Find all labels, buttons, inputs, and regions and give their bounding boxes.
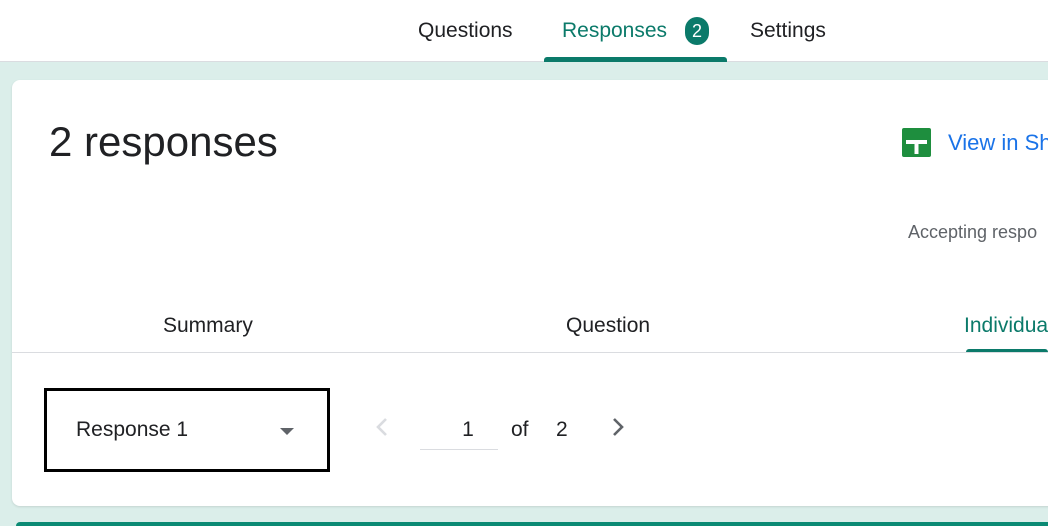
tab-questions[interactable]: Questions (418, 0, 513, 62)
page-total-label: 2 (556, 418, 568, 441)
response-select-value: Response 1 (76, 418, 189, 441)
chevron-right-icon[interactable] (606, 414, 630, 440)
tab-summary-label: Summary (163, 314, 253, 337)
tabs-divider (12, 352, 1048, 353)
tab-individual-label: Individua (964, 314, 1048, 337)
view-in-sheets-link[interactable]: View in Sh (902, 128, 1048, 157)
responses-count-badge: 2 (685, 17, 710, 45)
tab-settings[interactable]: Settings (750, 0, 826, 62)
tab-question-label: Question (566, 314, 651, 337)
response-select-dropdown[interactable]: Response 1 (44, 388, 330, 472)
chevron-left-icon[interactable] (370, 414, 394, 440)
view-in-sheets-label: View in Sh (948, 129, 1048, 155)
tab-settings-label: Settings (750, 19, 826, 42)
accepting-responses-label: Accepting respo (908, 222, 1038, 242)
page-number-input[interactable] (420, 410, 498, 450)
page-title: 2 responses (49, 118, 278, 165)
caret-down-icon (280, 428, 294, 435)
next-card-edge (16, 522, 1048, 526)
form-top-tab-bar: Questions Responses 2 Settings (0, 0, 1048, 62)
page-of-label: of (511, 418, 529, 441)
tab-questions-label: Questions (418, 19, 513, 42)
tab-responses-label: Responses (561, 19, 668, 42)
tab-responses[interactable]: Responses 2 (544, 0, 727, 62)
tab-summary[interactable]: Summary (163, 300, 253, 352)
google-sheets-icon (902, 128, 931, 157)
tab-question[interactable]: Question (566, 300, 650, 352)
tab-individual[interactable]: Individua (964, 300, 1048, 352)
